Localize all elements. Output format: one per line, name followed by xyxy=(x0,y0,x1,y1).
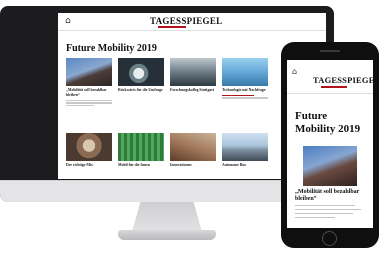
article-image xyxy=(118,133,164,161)
article-title[interactable]: „Mobilität soll bezahlbar bleiben“ xyxy=(295,189,367,203)
site-logo[interactable]: TAGESSPIEGEL xyxy=(313,75,373,85)
article-image xyxy=(118,58,164,86)
teaser-line xyxy=(222,97,268,99)
article-title: Der richtige Mix xyxy=(66,163,93,167)
article-card[interactable]: Autonome Bus xyxy=(222,133,268,168)
article-title: Mobil für die Innen xyxy=(118,163,150,167)
page-title: Future Mobility 2019 xyxy=(295,110,361,135)
teaser-line xyxy=(66,99,112,101)
phone-speaker xyxy=(320,50,340,52)
article-title: Forschungskolleg Stuttgart xyxy=(170,88,215,92)
article-card[interactable]: Innovationen xyxy=(170,133,216,168)
article-image[interactable] xyxy=(303,146,357,186)
article-image xyxy=(222,58,268,86)
article-title: Technologie mit Nachfrage xyxy=(222,88,266,92)
article-card[interactable]: Forschungskolleg Stuttgart xyxy=(170,58,216,95)
article-card[interactable]: Mobil für die Innen xyxy=(118,133,164,168)
home-icon[interactable]: ⌂ xyxy=(65,16,71,26)
article-card[interactable]: „Mobilität soll bezahlbar bleiben“ xyxy=(66,58,112,109)
article-card[interactable]: Der richtige Mix xyxy=(66,133,112,168)
page-title: Future Mobility 2019 xyxy=(66,43,157,54)
teaser-line xyxy=(295,217,335,219)
smartphone: ⌂ TAGESSPIEGEL Future Mobility 2019 „Mob… xyxy=(281,42,379,248)
article-title: Rückwärts für die Umfrage xyxy=(118,88,163,92)
phone-home-button[interactable] xyxy=(322,231,337,246)
article-image xyxy=(170,58,216,86)
article-image xyxy=(222,133,268,161)
teaser-line xyxy=(66,105,94,107)
site-header: ⌂ TAGESSPIEGEL xyxy=(58,13,326,31)
article-image xyxy=(66,133,112,161)
article-title: Autonome Bus xyxy=(222,163,246,167)
article-title: „Mobilität soll bezahlbar bleiben“ xyxy=(66,88,107,97)
article-card[interactable]: Technologie mit Nachfrage xyxy=(222,58,268,101)
teaser-line xyxy=(66,102,112,104)
logo-underline xyxy=(321,86,347,88)
site-logo[interactable]: TAGESSPIEGEL xyxy=(150,16,222,26)
header-divider xyxy=(287,93,373,94)
article-image xyxy=(170,133,216,161)
article-card[interactable]: Rückwärts für die Umfrage xyxy=(118,58,164,95)
teaser-line xyxy=(222,94,255,96)
home-icon[interactable]: ⌂ xyxy=(292,67,297,76)
teaser-line xyxy=(295,209,361,211)
teaser-line xyxy=(295,213,353,215)
teaser-line xyxy=(295,205,355,207)
article-title: Innovationen xyxy=(170,163,192,167)
monitor-stand xyxy=(132,202,202,232)
phone-screen: ⌂ TAGESSPIEGEL Future Mobility 2019 „Mob… xyxy=(287,60,373,228)
logo-underline xyxy=(158,26,186,28)
monitor-base xyxy=(118,230,216,240)
article-image xyxy=(66,58,112,86)
